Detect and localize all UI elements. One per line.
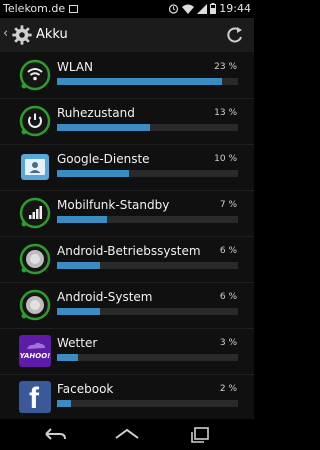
usage-bar-fill xyxy=(57,124,151,131)
home-button[interactable] xyxy=(114,424,140,444)
refresh-icon[interactable] xyxy=(225,25,245,45)
item-label: Ruhezustand xyxy=(57,106,135,120)
usage-bar xyxy=(57,124,238,131)
recent-apps-button[interactable] xyxy=(187,424,213,444)
yahoo-weather-icon: YAHOO! xyxy=(19,335,51,367)
list-item-wlan[interactable]: WLAN 23 % xyxy=(0,52,254,99)
status-bar: Telekom.de 19:44 xyxy=(0,0,254,18)
usage-bar xyxy=(57,170,238,177)
usage-bar xyxy=(57,216,238,223)
usage-bar-fill xyxy=(57,354,79,361)
image-notification-icon xyxy=(69,4,79,13)
item-label: Google-Dienste xyxy=(57,152,150,166)
list-item-ruhezustand[interactable]: Ruhezustand 13 % xyxy=(0,98,254,145)
power-icon xyxy=(19,105,51,137)
item-label: Android-Betriebssystem xyxy=(57,244,201,258)
usage-bar-fill xyxy=(57,400,72,407)
usage-bar xyxy=(57,400,238,407)
usage-bar-fill xyxy=(57,262,100,269)
android-system-icon xyxy=(19,289,51,321)
list-item-android-system[interactable]: Android-System 6 % xyxy=(0,282,254,329)
facebook-icon: f xyxy=(19,381,51,413)
action-bar: ‹ Akku xyxy=(0,18,254,53)
item-percent: 23 % xyxy=(214,62,237,72)
item-percent: 6 % xyxy=(219,292,237,302)
navigation-bar xyxy=(0,419,254,450)
battery-status-icon xyxy=(210,3,217,14)
item-percent: 13 % xyxy=(214,108,237,118)
android-os-icon xyxy=(19,243,51,275)
usage-bar xyxy=(57,78,238,85)
wifi-icon xyxy=(19,59,51,91)
back-button[interactable] xyxy=(42,424,68,444)
item-label: Facebook xyxy=(57,382,114,396)
wifi-status-icon xyxy=(182,4,195,14)
usage-bar xyxy=(57,354,238,361)
cell-signal-icon xyxy=(19,197,51,229)
list-item-wetter[interactable]: YAHOO! Wetter 3 % xyxy=(0,328,254,375)
usage-bar-fill xyxy=(57,216,108,223)
carrier-label: Telekom.de xyxy=(3,2,66,15)
item-label: Mobilfunk-Standby xyxy=(57,198,170,212)
list-item-facebook[interactable]: f Facebook 2 % xyxy=(0,374,254,419)
usage-bar xyxy=(57,308,238,315)
alarm-icon xyxy=(169,4,179,14)
usage-bar-fill xyxy=(57,170,129,177)
list-item-android-betriebssystem[interactable]: Android-Betriebssystem 6 % xyxy=(0,236,254,283)
item-percent: 3 % xyxy=(219,338,237,348)
list-item-mobilfunk-standby[interactable]: Mobilfunk-Standby 7 % xyxy=(0,190,254,237)
google-services-icon xyxy=(21,154,49,180)
usage-bar-fill xyxy=(57,308,100,315)
facebook-logo-text: f xyxy=(29,382,39,413)
yahoo-logo-text: YAHOO! xyxy=(19,352,51,360)
usage-bar xyxy=(57,262,238,269)
page-title: Akku xyxy=(36,27,68,42)
battery-usage-list: WLAN 23 % Ruhezustand 13 % Google-Dienst… xyxy=(0,52,254,419)
item-percent: 6 % xyxy=(219,246,237,256)
item-percent: 7 % xyxy=(219,200,237,210)
usage-bar-fill xyxy=(57,78,222,85)
item-label: WLAN xyxy=(57,60,94,74)
item-percent: 2 % xyxy=(219,384,237,394)
clock: 19:44 xyxy=(219,2,251,15)
item-label: Android-System xyxy=(57,290,153,304)
settings-gear-icon[interactable] xyxy=(11,24,33,46)
back-chevron-icon[interactable]: ‹ xyxy=(3,26,8,41)
list-item-google-dienste[interactable]: Google-Dienste 10 % xyxy=(0,144,254,191)
item-percent: 10 % xyxy=(214,154,237,164)
signal-status-icon xyxy=(197,3,208,14)
item-label: Wetter xyxy=(57,336,98,350)
